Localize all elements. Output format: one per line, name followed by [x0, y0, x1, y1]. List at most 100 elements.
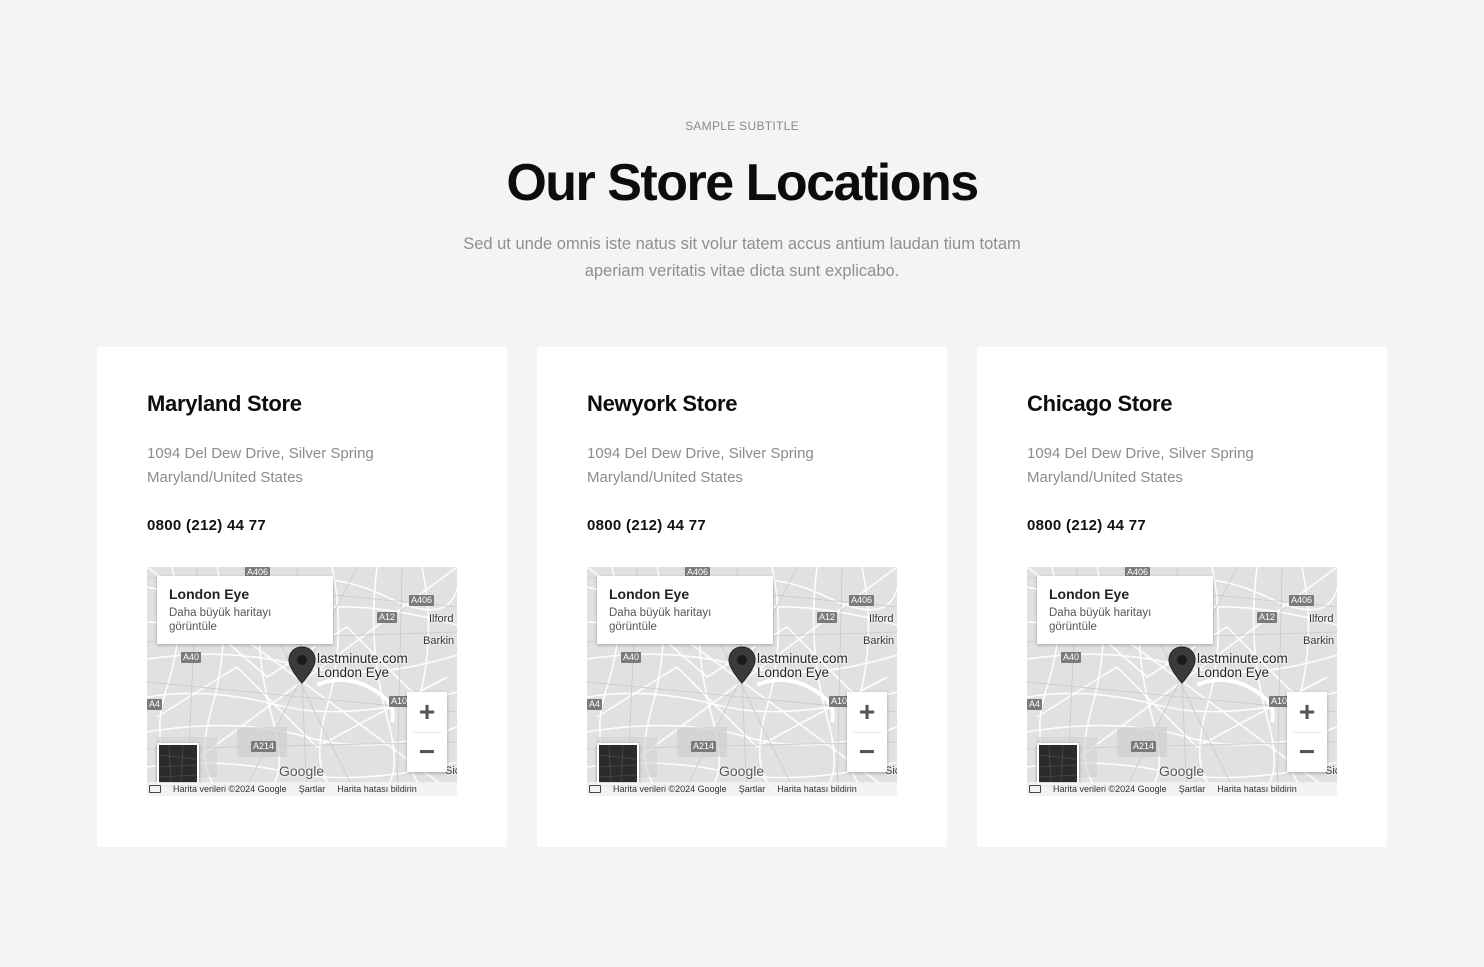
store-map[interactable]: A406 A406 A12 A40 A4 A10 A214 Ilford Bar…	[587, 567, 897, 796]
map-place-label: Barkin	[863, 635, 895, 647]
map-data-attribution: Harita verileri ©2024 Google	[613, 784, 727, 794]
store-map[interactable]: A406 A406 A12 A40 A4 A10 A214 Ilford Bar…	[147, 567, 457, 796]
map-place-label: Barkin	[423, 635, 455, 647]
zoom-controls: + −	[407, 692, 447, 772]
satellite-thumbnail-icon	[1038, 744, 1078, 784]
store-card: Newyork Store 1094 Del Dew Drive, Silver…	[537, 347, 947, 847]
store-phone[interactable]: 0800 (212) 44 77	[147, 517, 266, 534]
keyboard-icon[interactable]	[149, 785, 161, 793]
address-line-1: 1094 Del Dew Drive, Silver Spring	[1027, 445, 1254, 462]
address-line-2: Maryland/United States	[147, 469, 303, 486]
store-address: 1094 Del Dew Drive, Silver Spring Maryla…	[1027, 442, 1347, 490]
road-shield: A40	[1061, 652, 1082, 663]
view-larger-map-link[interactable]: Daha büyük haritayı görüntüle	[169, 606, 299, 634]
marker-label-line-2: London Eye	[1197, 665, 1270, 680]
road-shield: A12	[817, 612, 838, 623]
report-map-error-link[interactable]: Harita hatası bildirin	[777, 784, 857, 794]
map-place-label: Ilford	[869, 613, 894, 625]
satellite-view-toggle[interactable]	[157, 743, 199, 785]
address-line-1: 1094 Del Dew Drive, Silver Spring	[587, 445, 814, 462]
map-place-title: London Eye	[1049, 586, 1130, 602]
road-shield: A214	[1131, 741, 1157, 752]
satellite-view-toggle[interactable]	[1037, 743, 1079, 785]
store-name: Newyork Store	[587, 391, 738, 416]
road-shield: A10	[829, 696, 850, 707]
map-place-label: Barkin	[1303, 635, 1335, 647]
store-name: Chicago Store	[1027, 391, 1173, 416]
road-shield: A406	[849, 595, 875, 606]
marker-label-line-2: London Eye	[757, 665, 830, 680]
map-pin-icon[interactable]	[1168, 646, 1196, 684]
zoom-controls: + −	[847, 692, 887, 772]
store-name: Maryland Store	[147, 391, 302, 416]
google-logo: Google	[279, 763, 325, 779]
store-map[interactable]: A406 A406 A12 A40 A4 A10 A214 Ilford Bar…	[1027, 567, 1337, 796]
road-shield: A214	[251, 741, 277, 752]
road-shield: A12	[377, 612, 398, 623]
marker-label-line-2: London Eye	[317, 665, 390, 680]
zoom-in-button[interactable]: +	[1287, 692, 1327, 732]
store-phone[interactable]: 0800 (212) 44 77	[1027, 517, 1146, 534]
marker-label: lastminute.com London Eye	[1197, 652, 1288, 680]
marker-label-line-1: lastminute.com	[757, 651, 848, 666]
section-description: Sed ut unde omnis iste natus sit volur t…	[463, 235, 1021, 280]
map-attribution-bar: Harita verileri ©2024 Google Şartlar Har…	[147, 782, 457, 796]
road-shield: A40	[621, 652, 642, 663]
google-logo: Google	[719, 763, 765, 779]
road-shield: A214	[691, 741, 717, 752]
store-address: 1094 Del Dew Drive, Silver Spring Maryla…	[587, 442, 907, 490]
report-map-error-link[interactable]: Harita hatası bildirin	[1217, 784, 1297, 794]
map-attribution-bar: Harita verileri ©2024 Google Şartlar Har…	[587, 782, 897, 796]
address-line-2: Maryland/United States	[1027, 469, 1183, 486]
satellite-thumbnail-icon	[598, 744, 638, 784]
map-place-title: London Eye	[169, 586, 250, 602]
map-info-card: London Eye Daha büyük haritayı görüntüle	[597, 576, 773, 644]
marker-label-line-1: lastminute.com	[317, 651, 408, 666]
store-card: Maryland Store 1094 Del Dew Drive, Silve…	[97, 347, 507, 847]
map-place-title: London Eye	[609, 586, 690, 602]
marker-label: lastminute.com London Eye	[757, 652, 848, 680]
section-title: Our Store Locations	[506, 154, 979, 212]
view-larger-map-link[interactable]: Daha büyük haritayı görüntüle	[1049, 606, 1179, 634]
google-logo: Google	[1159, 763, 1205, 779]
zoom-in-button[interactable]: +	[407, 692, 447, 732]
zoom-controls: + −	[1287, 692, 1327, 772]
road-shield: A40	[181, 652, 202, 663]
map-info-card: London Eye Daha büyük haritayı görüntüle	[157, 576, 333, 644]
marker-label: lastminute.com London Eye	[317, 652, 408, 680]
terms-link[interactable]: Şartlar	[1179, 784, 1206, 794]
map-pin-icon[interactable]	[288, 646, 316, 684]
road-shield: A4	[1027, 699, 1043, 710]
zoom-out-button[interactable]: −	[1287, 732, 1327, 772]
store-address: 1094 Del Dew Drive, Silver Spring Maryla…	[147, 442, 467, 490]
terms-link[interactable]: Şartlar	[299, 784, 326, 794]
map-pin-icon[interactable]	[728, 646, 756, 684]
map-info-card: London Eye Daha büyük haritayı görüntüle	[1037, 576, 1213, 644]
map-attribution-bar: Harita verileri ©2024 Google Şartlar Har…	[1027, 782, 1337, 796]
map-place-label: Ilford	[1309, 613, 1334, 625]
keyboard-icon[interactable]	[1029, 785, 1041, 793]
terms-link[interactable]: Şartlar	[739, 784, 766, 794]
zoom-out-button[interactable]: −	[847, 732, 887, 772]
road-shield: A4	[587, 699, 603, 710]
keyboard-icon[interactable]	[589, 785, 601, 793]
zoom-out-button[interactable]: −	[407, 732, 447, 772]
satellite-view-toggle[interactable]	[597, 743, 639, 785]
road-shield: A406	[409, 595, 435, 606]
map-data-attribution: Harita verileri ©2024 Google	[1053, 784, 1167, 794]
view-larger-map-link[interactable]: Daha büyük haritayı görüntüle	[609, 606, 739, 634]
marker-label-line-1: lastminute.com	[1197, 651, 1288, 666]
satellite-thumbnail-icon	[158, 744, 198, 784]
store-cards: Maryland Store 1094 Del Dew Drive, Silve…	[97, 347, 1387, 847]
address-line-2: Maryland/United States	[587, 469, 743, 486]
store-card: Chicago Store 1094 Del Dew Drive, Silver…	[977, 347, 1387, 847]
zoom-in-button[interactable]: +	[847, 692, 887, 732]
report-map-error-link[interactable]: Harita hatası bildirin	[337, 784, 417, 794]
road-shield: A4	[147, 699, 163, 710]
address-line-1: 1094 Del Dew Drive, Silver Spring	[147, 445, 374, 462]
road-shield: A10	[1269, 696, 1290, 707]
map-data-attribution: Harita verileri ©2024 Google	[173, 784, 287, 794]
road-shield: A12	[1257, 612, 1278, 623]
store-phone[interactable]: 0800 (212) 44 77	[587, 517, 706, 534]
map-place-label: Ilford	[429, 613, 454, 625]
